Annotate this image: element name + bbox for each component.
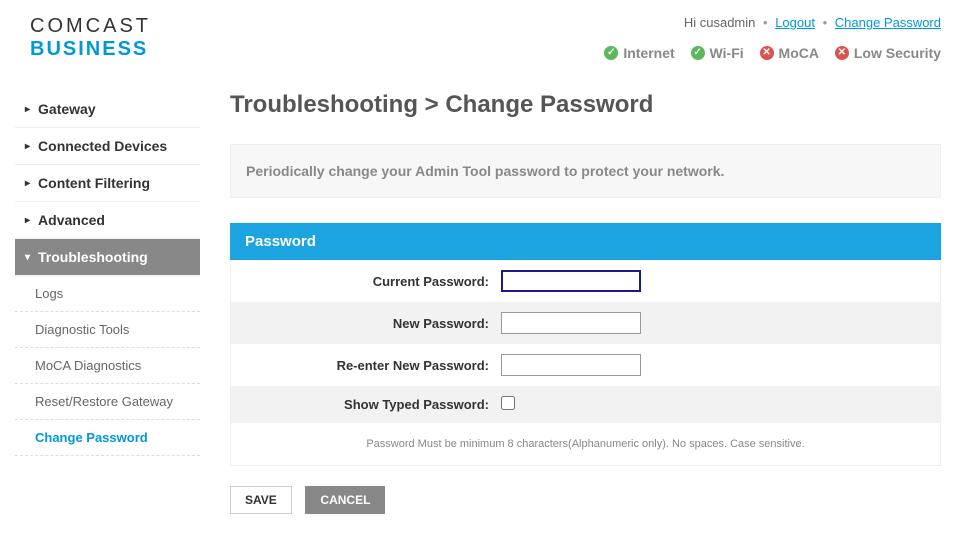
check-icon: ✓ [691, 46, 705, 60]
row-reenter-password: Re-enter New Password: [231, 344, 940, 386]
separator: • [823, 15, 828, 30]
label-new-password: New Password: [231, 316, 501, 331]
main-content: Troubleshooting > Change Password Period… [230, 91, 941, 514]
subnav-diagnostic-tools[interactable]: Diagnostic Tools [15, 312, 200, 348]
nav-advanced[interactable]: ▸ Advanced [15, 202, 200, 239]
subnav-moca-diagnostics[interactable]: MoCA Diagnostics [15, 348, 200, 384]
nav-gateway[interactable]: ▸ Gateway [15, 91, 200, 128]
row-new-password: New Password: [231, 302, 940, 344]
logo-line2: BUSINESS [30, 38, 151, 61]
user-line: Hi cusadmin • Logout • Change Password [592, 15, 941, 30]
caret-right-icon: ▸ [25, 215, 30, 226]
change-password-link[interactable]: Change Password [835, 15, 941, 30]
row-show-password: Show Typed Password: [231, 386, 940, 423]
row-current-password: Current Password: [231, 260, 940, 302]
caret-right-icon: ▸ [25, 104, 30, 115]
reenter-password-input[interactable] [501, 354, 641, 376]
status-wifi: ✓ Wi-Fi [691, 45, 744, 61]
current-password-input[interactable] [501, 270, 641, 292]
sidebar: ▸ Gateway ▸ Connected Devices ▸ Content … [15, 91, 200, 514]
greeting-text: Hi cusadmin [684, 15, 756, 30]
panel-header: Password [230, 223, 941, 260]
subnav-logs[interactable]: Logs [15, 276, 200, 312]
subnav-reset-restore[interactable]: Reset/Restore Gateway [15, 384, 200, 420]
caret-right-icon: ▸ [25, 141, 30, 152]
status-security: ✕ Low Security [835, 45, 941, 61]
x-icon: ✕ [760, 46, 774, 60]
nav-troubleshooting[interactable]: ▾ Troubleshooting [15, 239, 200, 276]
check-icon: ✓ [604, 46, 618, 60]
caret-down-icon: ▾ [25, 252, 30, 263]
password-hint: Password Must be minimum 8 characters(Al… [231, 423, 940, 465]
caret-right-icon: ▸ [25, 178, 30, 189]
nav-content-filtering[interactable]: ▸ Content Filtering [15, 165, 200, 202]
x-icon: ✕ [835, 46, 849, 60]
cancel-button[interactable]: CANCEL [305, 486, 385, 514]
logo: COMCAST BUSINESS [15, 15, 151, 61]
subnav-change-password[interactable]: Change Password [15, 420, 200, 456]
separator: • [763, 15, 768, 30]
button-row: SAVE CANCEL [230, 486, 941, 514]
nav-connected-devices[interactable]: ▸ Connected Devices [15, 128, 200, 165]
panel-body: Current Password: New Password: Re-enter… [230, 260, 941, 466]
logo-line1: COMCAST [30, 15, 151, 38]
label-reenter-password: Re-enter New Password: [231, 358, 501, 373]
show-password-checkbox[interactable] [501, 396, 515, 410]
new-password-input[interactable] [501, 312, 641, 334]
info-box: Periodically change your Admin Tool pass… [230, 144, 941, 198]
save-button[interactable]: SAVE [230, 486, 292, 514]
status-moca: ✕ MoCA [760, 45, 819, 61]
status-line: ✓ Internet ✓ Wi-Fi ✕ MoCA ✕ Low Security [592, 42, 941, 61]
label-show-password: Show Typed Password: [231, 397, 501, 412]
status-internet: ✓ Internet [604, 45, 674, 61]
label-current-password: Current Password: [231, 274, 501, 289]
page-title: Troubleshooting > Change Password [230, 91, 941, 119]
logout-link[interactable]: Logout [775, 15, 815, 30]
